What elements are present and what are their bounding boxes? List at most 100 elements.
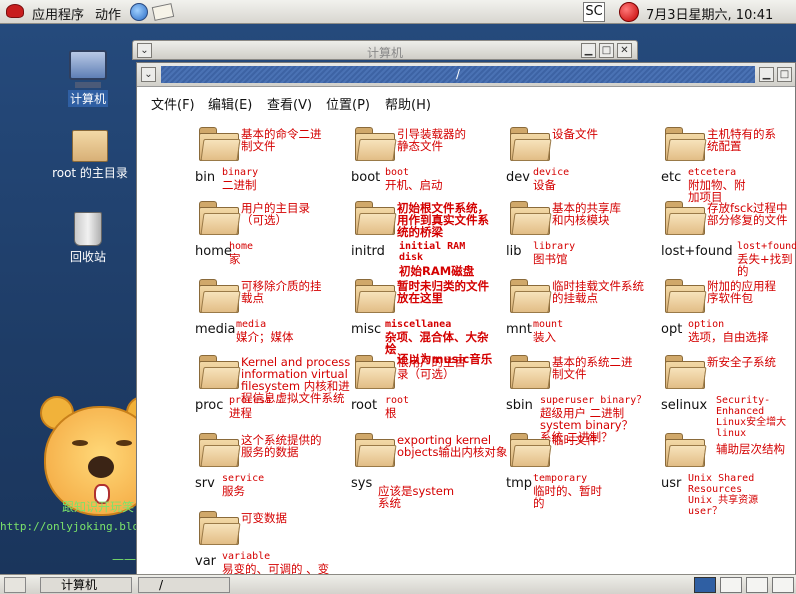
folder-icon[interactable] [199, 433, 241, 467]
folder-chinese-note: 临时的、暂时 的 [533, 484, 602, 510]
back-window-maximize-button[interactable]: □ [599, 43, 614, 58]
folder-icon[interactable] [199, 279, 241, 313]
folder-icon[interactable] [665, 355, 707, 389]
folder-description: 基本的命令二进 制文件 [241, 127, 322, 153]
folder-name[interactable]: bin [195, 170, 215, 185]
web-browser-icon[interactable] [130, 3, 148, 21]
folder-description: 设备文件 [552, 127, 598, 141]
taskbar-item-computer-label: 计算机 [61, 578, 98, 592]
folder-english-note: mount [533, 319, 564, 330]
desktop-trash[interactable]: 回收站 [58, 212, 118, 265]
menu-edit[interactable]: 编辑(E) [208, 94, 252, 113]
folder-name[interactable]: srv [195, 476, 215, 491]
folder-icon[interactable] [665, 433, 707, 467]
folder-icon[interactable] [510, 279, 552, 313]
desktop-home[interactable]: root 的主目录 [46, 130, 134, 181]
folder-description: 暂时未归类的文件 放在这里 [397, 279, 489, 305]
clock[interactable]: 7月3日星期六, 10:41 [646, 4, 773, 23]
folder-icon[interactable] [665, 279, 707, 313]
bear-nose [88, 456, 114, 478]
menu-help[interactable]: 帮助(H) [385, 94, 431, 113]
folder-icon[interactable] [199, 127, 241, 161]
window-menu-button[interactable]: ⌄ [141, 67, 156, 82]
folder-name[interactable]: etc [661, 170, 681, 185]
folder-name[interactable]: var [195, 554, 216, 569]
desktop-computer[interactable]: 计算机 [58, 50, 118, 107]
folder-icon[interactable] [355, 433, 397, 467]
folder-icon[interactable] [355, 355, 397, 389]
folder-name[interactable]: sys [351, 476, 372, 491]
folder-icon[interactable] [355, 201, 397, 235]
home-folder-icon [72, 130, 108, 162]
sc-applet[interactable]: SC [583, 2, 605, 22]
update-alert-icon[interactable] [619, 2, 639, 22]
folder-icon[interactable] [510, 201, 552, 235]
window-maximize-button[interactable]: □ [777, 67, 792, 82]
hat-icon[interactable] [6, 4, 24, 18]
folder-icon[interactable] [510, 127, 552, 161]
folder-icon[interactable] [199, 355, 241, 389]
folder-icon[interactable] [510, 355, 552, 389]
folder-english-note: Unix Shared Resources Unix 共享资源 user？ [688, 473, 759, 517]
folder-chinese-note: 进程 [229, 406, 252, 420]
folder-name[interactable]: root [351, 398, 377, 413]
workspace-1[interactable] [694, 577, 716, 593]
folder-english-note: Security- Enhanced Linux安全增大 linux [716, 395, 787, 439]
workspace-3[interactable] [746, 577, 768, 593]
window-title-path: / [161, 66, 755, 83]
show-desktop-icon[interactable] [4, 577, 26, 593]
folder-name[interactable]: opt [661, 322, 682, 337]
back-window-minimize-button[interactable]: ▁ [581, 43, 596, 58]
folder-icon[interactable] [199, 201, 241, 235]
actions-menu[interactable]: 动作 [95, 4, 121, 23]
folder-english-note: variable [222, 551, 271, 562]
folder-english-note: media [236, 319, 267, 330]
folder-name[interactable]: usr [661, 476, 681, 491]
folder-chinese-note: 根 [385, 406, 397, 420]
folder-name[interactable]: selinux [661, 398, 707, 413]
menu-file[interactable]: 文件(F) [151, 94, 195, 113]
folder-description: 可变数据 [241, 511, 287, 525]
folder-name[interactable]: misc [351, 322, 381, 337]
back-window-titlebar[interactable]: ⌄ 计算机 ▁ □ ✕ [132, 40, 638, 60]
folder-name[interactable]: lib [506, 244, 521, 259]
window-titlebar[interactable]: ⌄ / ▁ □ [137, 63, 795, 87]
folder-chinese-note: 设备 [533, 178, 556, 192]
folder-english-note: boot [385, 167, 410, 178]
folder-name[interactable]: initrd [351, 244, 385, 259]
folder-description: 主机特有的系 统配置 [707, 127, 776, 153]
workspace-4[interactable] [772, 577, 794, 593]
folder-icon[interactable] [665, 201, 707, 235]
folder-name[interactable]: boot [351, 170, 380, 185]
back-window-close-button[interactable]: ✕ [617, 43, 632, 58]
taskbar-item-root[interactable]: / [138, 577, 230, 593]
folder-english-note: library [533, 241, 576, 252]
menu-view[interactable]: 查看(V) [267, 94, 312, 113]
folder-name[interactable]: lost+found [661, 244, 733, 259]
folder-icon[interactable] [665, 127, 707, 161]
applications-menu[interactable]: 应用程序 [32, 4, 84, 23]
folder-chinese-note: 服务 [222, 484, 245, 498]
folder-name[interactable]: proc [195, 398, 223, 413]
folder-name[interactable]: home [195, 244, 232, 259]
folder-chinese-note: 装入 [533, 330, 556, 344]
folder-name[interactable]: dev [506, 170, 530, 185]
folder-icon[interactable] [355, 127, 397, 161]
email-icon[interactable] [151, 3, 175, 21]
workspace-2[interactable] [720, 577, 742, 593]
folder-name[interactable]: tmp [506, 476, 532, 491]
folder-english-note: process [229, 395, 272, 406]
folder-english-note: initial RAM disk [399, 241, 466, 263]
folder-description: 存放fsck过程中 部分修复的文件 [707, 201, 788, 227]
taskbar-item-computer[interactable]: 计算机 [40, 577, 132, 593]
menu-location[interactable]: 位置(P) [326, 94, 370, 113]
folder-icon[interactable] [355, 279, 397, 313]
folder-name[interactable]: sbin [506, 398, 533, 413]
desktop-computer-label: 计算机 [67, 90, 108, 107]
folder-name[interactable]: media [195, 322, 236, 337]
folder-name[interactable]: mnt [506, 322, 532, 337]
folder-icon[interactable] [510, 433, 552, 467]
window-minimize-button[interactable]: ▁ [759, 67, 774, 82]
folder-english-note: miscellanea [385, 319, 452, 330]
folder-icon[interactable] [199, 511, 241, 545]
